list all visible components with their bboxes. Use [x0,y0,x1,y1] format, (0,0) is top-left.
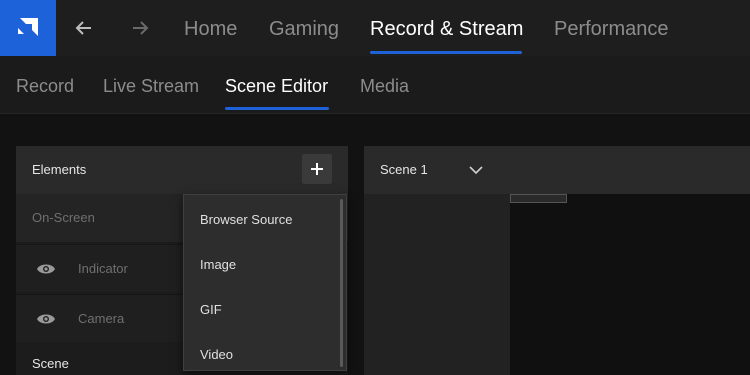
chevron-down-icon[interactable] [468,162,484,178]
menu-item-browser-source[interactable]: Browser Source [184,197,340,241]
amd-logo-icon[interactable] [0,0,56,56]
scene-sidebar [364,194,510,375]
tab-gaming[interactable]: Gaming [269,18,339,41]
eye-icon[interactable] [36,311,56,327]
plus-icon [311,163,323,175]
subtab-media[interactable]: Media [360,76,409,97]
section-label: On-Screen [32,210,95,225]
scene-preview-canvas[interactable] [510,194,750,375]
section-label: Scene [32,356,69,371]
menu-item-image[interactable]: Image [184,242,340,286]
elements-panel-header: Elements [16,146,348,194]
eye-icon[interactable] [36,261,56,277]
top-navigation-bar: Home Gaming Record & Stream Performance [0,0,750,56]
active-subtab-indicator [225,107,329,110]
scene-selector[interactable]: Scene 1 [364,146,750,194]
sub-navigation-bar: Record Live Stream Scene Editor Media [0,56,750,114]
menu-scrollbar[interactable] [340,199,343,367]
tab-performance[interactable]: Performance [554,18,669,41]
element-label: Indicator [78,261,128,276]
active-tab-indicator [370,51,522,54]
subtab-record[interactable]: Record [16,76,74,97]
scene-title: Scene 1 [380,162,428,177]
back-arrow-icon[interactable] [70,14,98,42]
add-element-menu: Browser Source Image GIF Video [183,194,347,371]
subtab-live-stream[interactable]: Live Stream [103,76,199,97]
element-label: Camera [78,311,125,326]
menu-item-gif[interactable]: GIF [184,287,340,331]
menu-item-video[interactable]: Video [184,332,340,375]
tab-record-stream[interactable]: Record & Stream [370,18,523,41]
scene-panel: Scene 1 [364,146,750,375]
subtab-scene-editor[interactable]: Scene Editor [225,76,328,97]
elements-title: Elements [32,162,87,177]
add-element-button[interactable] [302,154,332,184]
forward-arrow-icon[interactable] [126,14,154,42]
scene-element-handle[interactable] [510,194,567,203]
tab-home[interactable]: Home [184,18,237,41]
